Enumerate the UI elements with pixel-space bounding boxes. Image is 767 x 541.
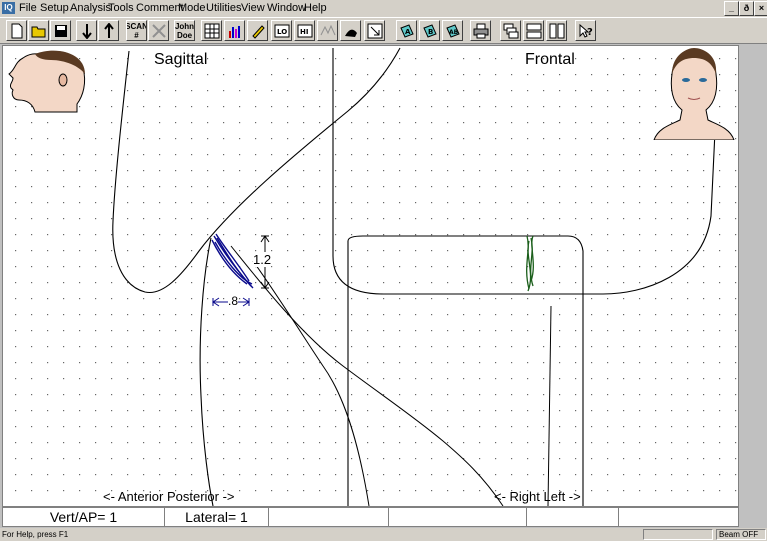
export-button[interactable] <box>364 20 385 41</box>
info-cell-5 <box>527 508 619 526</box>
disconnect-icon <box>151 23 166 38</box>
trace-canvas <box>3 46 738 506</box>
info-cell-4 <box>389 508 527 526</box>
svg-text:B: B <box>428 28 433 36</box>
patient-name-button[interactable]: John Doe <box>174 20 195 41</box>
lo-view-button[interactable]: LO <box>271 20 292 41</box>
menu-mode[interactable]: Mode <box>178 2 206 14</box>
tile-vertical-button[interactable] <box>546 20 567 41</box>
menu-view[interactable]: View <box>241 2 265 14</box>
sagittal-title: Sagittal <box>154 51 208 68</box>
save-disk-icon <box>54 24 67 37</box>
svg-text:A: A <box>405 28 411 36</box>
info-cell-3 <box>269 508 389 526</box>
menu-comment[interactable]: Comment <box>136 2 184 14</box>
waveform-icon <box>320 24 335 35</box>
page-a-icon: A <box>399 23 414 38</box>
status-bar: For Help, press F1 Beam OFF <box>0 528 767 541</box>
bar-chart-icon <box>228 25 240 38</box>
vertical-measure-value: 1.2 <box>253 252 272 267</box>
hi-icon: HI <box>297 24 312 37</box>
page-ab-icon: AB <box>445 23 460 38</box>
svg-text:AB: AB <box>449 29 459 36</box>
frontal-title: Frontal <box>525 51 575 68</box>
menu-file[interactable]: File <box>19 2 37 14</box>
front-face-icon <box>653 48 735 140</box>
plot-area[interactable]: Sagittal Frontal 1.2 .8 <- Anterior Post… <box>2 45 739 507</box>
open-folder-icon <box>31 26 45 37</box>
pencil-icon <box>251 24 265 39</box>
vert-ap-scale: Vert/AP= 1 <box>3 508 165 526</box>
head-view-button[interactable] <box>340 20 361 41</box>
move-up-button[interactable] <box>98 20 119 41</box>
status-pane-empty <box>643 529 713 540</box>
bar-chart-button[interactable] <box>224 20 245 41</box>
svg-text:LO: LO <box>277 28 287 36</box>
frontal-axis-label: <- Right Left -> <box>494 489 581 504</box>
waveform-button[interactable] <box>317 20 338 41</box>
head-icon <box>344 29 357 37</box>
help-hint: For Help, press F1 <box>2 530 69 539</box>
minimize-button[interactable]: _ <box>724 1 739 16</box>
side-gutter <box>739 45 767 528</box>
save-button[interactable] <box>50 20 71 41</box>
help-pointer-icon: ? <box>579 23 593 38</box>
slot-b-button[interactable]: B <box>419 20 440 41</box>
open-file-button[interactable] <box>28 20 49 41</box>
tile-horizontal-button[interactable] <box>523 20 544 41</box>
grid-icon <box>204 23 219 38</box>
lateral-scale: Lateral= 1 <box>165 508 269 526</box>
restore-button[interactable]: ð <box>739 1 754 16</box>
slot-a-button[interactable]: A <box>396 20 417 41</box>
arrow-up-icon <box>103 22 114 38</box>
info-cell-6 <box>619 508 740 526</box>
scale-info-row: Vert/AP= 1 Lateral= 1 <box>2 507 739 527</box>
context-help-button[interactable]: ? <box>575 20 596 41</box>
hi-view-button[interactable]: HI <box>294 20 315 41</box>
pen-button[interactable] <box>247 20 268 41</box>
menu-window[interactable]: Window <box>267 2 306 14</box>
menu-help[interactable]: Help <box>304 2 327 14</box>
page-b-icon: B <box>422 23 437 38</box>
disconnect-button[interactable] <box>148 20 169 41</box>
tile-vertical-icon <box>549 23 564 38</box>
menu-tools[interactable]: Tools <box>108 2 134 14</box>
move-down-button[interactable] <box>76 20 97 41</box>
print-button[interactable] <box>470 20 491 41</box>
cascade-icon <box>503 23 518 38</box>
new-file-button[interactable] <box>6 20 27 41</box>
side-face-icon <box>8 50 86 113</box>
dot-grid <box>3 46 738 506</box>
svg-text:?: ? <box>587 27 593 38</box>
new-file-icon <box>11 23 22 38</box>
close-button[interactable]: × <box>754 1 767 16</box>
menu-utilities[interactable]: Utilities <box>206 2 241 14</box>
toolbar: SCAN # John Doe LO HI A B AB ? <box>0 17 767 44</box>
arrow-down-icon <box>81 23 92 39</box>
lo-icon: LO <box>274 24 289 37</box>
beam-status: Beam OFF <box>716 529 766 540</box>
printer-icon <box>473 23 488 38</box>
sagittal-axis-label: <- Anterior Posterior -> <box>103 489 235 504</box>
menu-bar: IQ File Setup Analysis Tools Comment Mod… <box>0 0 767 17</box>
horizontal-measure-value: .8 <box>228 294 239 308</box>
export-arrow-icon <box>367 23 382 38</box>
cascade-button[interactable] <box>500 20 521 41</box>
menu-analysis[interactable]: Analysis <box>70 2 111 14</box>
scan-number-button[interactable]: SCAN # <box>126 20 147 41</box>
tile-horizontal-icon <box>526 23 541 38</box>
scan-grid-button[interactable] <box>201 20 222 41</box>
slot-ab-button[interactable]: AB <box>442 20 463 41</box>
app-icon[interactable]: IQ <box>2 2 15 14</box>
menu-setup[interactable]: Setup <box>40 2 69 14</box>
svg-text:HI: HI <box>300 28 308 36</box>
